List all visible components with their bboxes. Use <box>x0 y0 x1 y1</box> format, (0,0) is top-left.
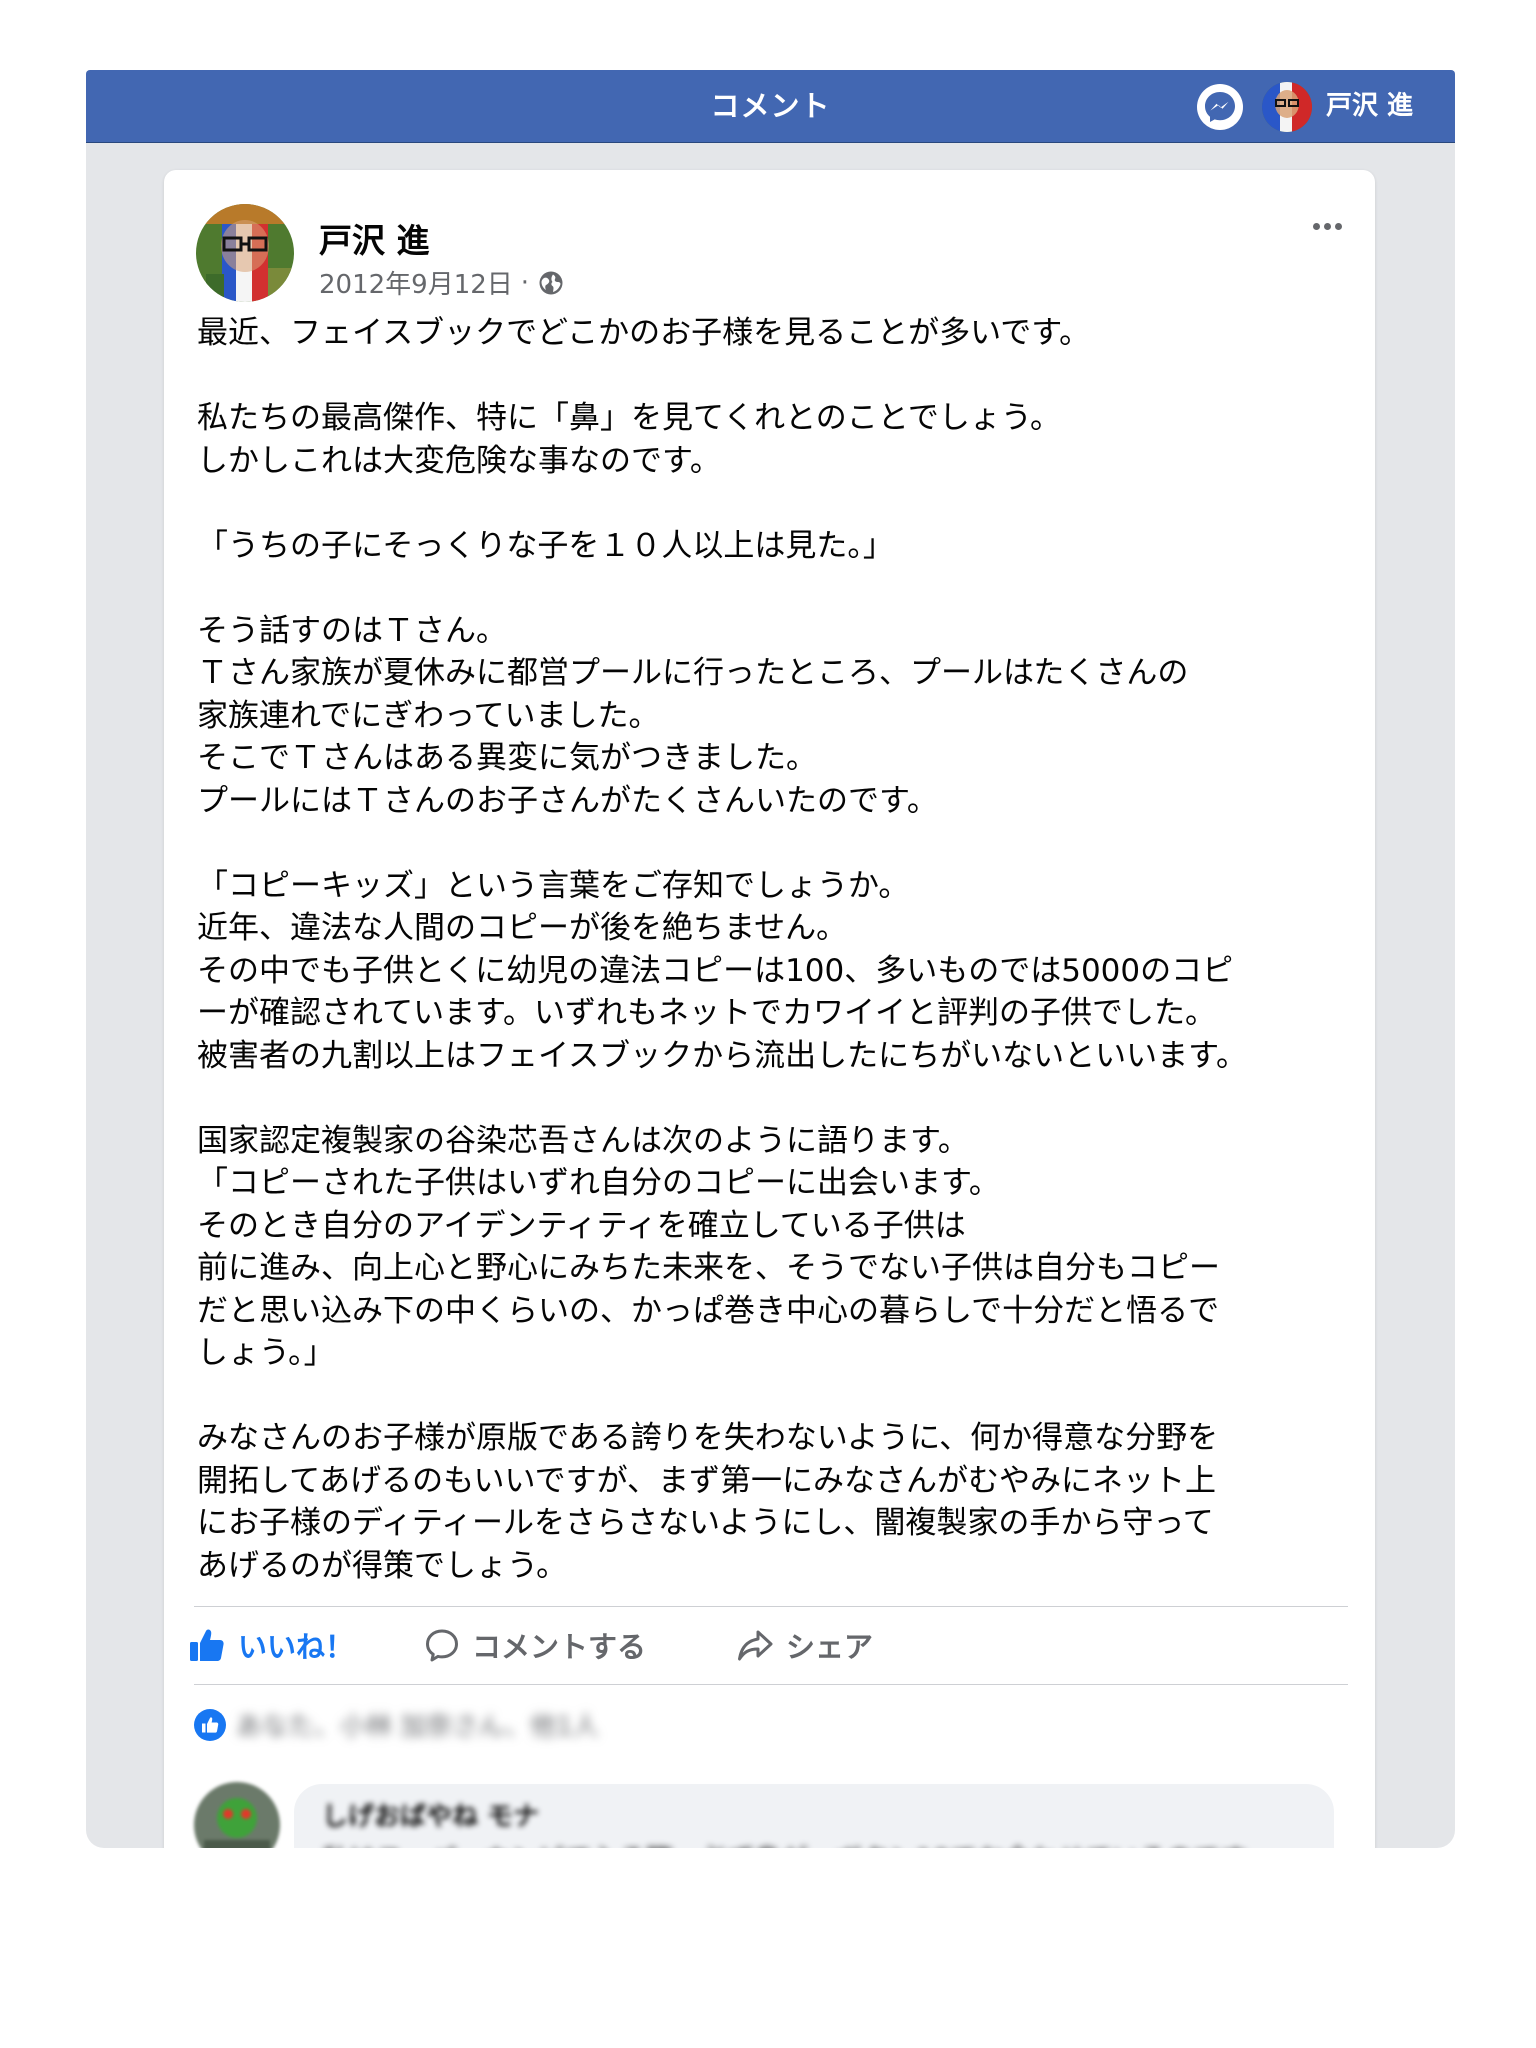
messenger-icon[interactable] <box>1197 84 1243 130</box>
dot-icon <box>1334 222 1342 230</box>
comment-button[interactable]: コメントする <box>424 1612 646 1678</box>
body-line: だと思い込み下の中くらいの、かっぱ巻き中心の暮らしで十分だと悟るで <box>197 1292 1220 1329</box>
body-line: Ｔさん家族が夏休みに都営プールに行ったところ、プールはたくさんの <box>197 655 1189 691</box>
more-options-button[interactable] <box>1303 210 1351 242</box>
body-line: しかしこれは大変危険な事なのです。 <box>197 442 721 479</box>
body-line: そう話すのはＴさん。 <box>197 612 507 649</box>
post-card: 戸沢 進 2012年9月12日 · 最近、フェイスブックでどこかのお子様を見るこ… <box>164 170 1375 1848</box>
post-meta: 2012年9月12日 · <box>319 264 565 301</box>
dot-icon <box>1323 222 1331 230</box>
like-button[interactable]: いいね！ <box>188 1612 354 1678</box>
body-line: 「コピーされた子供はいずれ自分のコピーに出会います。 <box>197 1165 1000 1201</box>
meta-separator: · <box>520 267 530 298</box>
post-author[interactable]: 戸沢 進 <box>319 214 430 262</box>
comment-bubble: しげおばやね モナ 私はスーパーカンピで入る際、必ず鼻が一ボタン10でお全わせて… <box>294 1784 1334 1848</box>
body-line: そのとき自分のアイデンティティを確立している子供は <box>197 1207 966 1244</box>
body-line: 「うちの子にそっくりな子を１０人以上は見た。」 <box>197 527 894 564</box>
globe-icon <box>537 269 565 297</box>
share-button[interactable]: シェア <box>736 1612 873 1678</box>
body-line: 家族連れでにぎわっていました。 <box>197 697 660 734</box>
top-bar: コメント 戸沢 進 <box>86 70 1455 143</box>
body-line: プールにはＴさんのお子さんがたくさんいたのです。 <box>197 782 938 819</box>
body-line: そこでＴさんはある異変に気がつきました。 <box>197 740 817 776</box>
post-body: 最近、フェイスブックでどこかのお子様を見ることが多いです。 私たちの最高傑作、特… <box>197 312 1357 1587</box>
post-date[interactable]: 2012年9月12日 <box>319 264 513 301</box>
body-line: 私たちの最高傑作、特に「鼻」を見てくれとのことでしょう。 <box>197 400 1061 436</box>
body-line: しょう。」 <box>197 1335 335 1371</box>
body-line: 近年、違法な人間のコピーが後を絶ちません。 <box>197 910 848 946</box>
author-avatar[interactable] <box>196 204 294 302</box>
page-title: コメント <box>710 89 831 123</box>
share-label: シェア <box>786 1630 874 1664</box>
body-line: にお子様のディティールをさらさないようにし、闇複製家の手から守って <box>197 1505 1214 1541</box>
body-line: 「コピーキッズ」という言葉をご存知でしょうか。 <box>197 867 910 904</box>
body-line: あげるのが得策でしょう。 <box>197 1547 568 1584</box>
app-window: コメント 戸沢 進 戸沢 進 2012年9月12日 · 最近、フェイスブックでど… <box>86 70 1455 1848</box>
commenter-name[interactable]: しげおばやね モナ <box>322 1796 539 1833</box>
like-reaction-icon <box>194 1708 226 1741</box>
commenter-avatar[interactable] <box>194 1782 280 1848</box>
share-icon <box>738 1630 773 1661</box>
user-name[interactable]: 戸沢 進 <box>1326 70 1413 142</box>
reactions-text: あなた、小林 加奈さん、他1人 <box>236 1712 599 1742</box>
comment-text: 私はスーパーカンピで入る際、必ず鼻が一ボタン10でお全わせているのです <box>322 1838 1247 1848</box>
body-line: その中でも子供とくに幼児の違法コピーは100、多いものでは5000のコピ <box>197 952 1234 989</box>
comment-label: コメントする <box>472 1630 647 1664</box>
body-line: 国家認定複製家の谷染芯吾さんは次のように語ります。 <box>197 1122 969 1159</box>
body-line: 被害者の九割以上はフェイスブックから流出したにちがいないといいます。 <box>197 1037 1247 1074</box>
body-line: ーが確認されています。いずれもネットでカワイイと評判の子供でした。 <box>197 995 1216 1031</box>
body-line: 最近、フェイスブックでどこかのお子様を見ることが多いです。 <box>197 315 1091 351</box>
thumbs-up-icon <box>190 1629 224 1661</box>
reactions-summary[interactable]: あなた、小林 加奈さん、他1人 <box>194 1706 599 1743</box>
body-line: 前に進み、向上心と野心にみちた未来を、そうでない子供は自分もコピー <box>197 1250 1220 1286</box>
body-line: みなさんのお子様が原版である誇りを失わないように、何か得意な分野を <box>197 1420 1219 1456</box>
body-line: 開拓してあげるのもいいですが、まず第一にみなさんがむやみにネット上 <box>197 1462 1216 1499</box>
user-avatar[interactable] <box>1262 82 1312 132</box>
divider <box>194 1606 1348 1607</box>
like-label: いいね！ <box>238 1630 355 1664</box>
dot-icon <box>1312 222 1320 230</box>
divider <box>194 1684 1348 1685</box>
comment-icon <box>426 1629 458 1662</box>
post-actions: いいね！ コメントする シェア <box>188 1612 1348 1678</box>
